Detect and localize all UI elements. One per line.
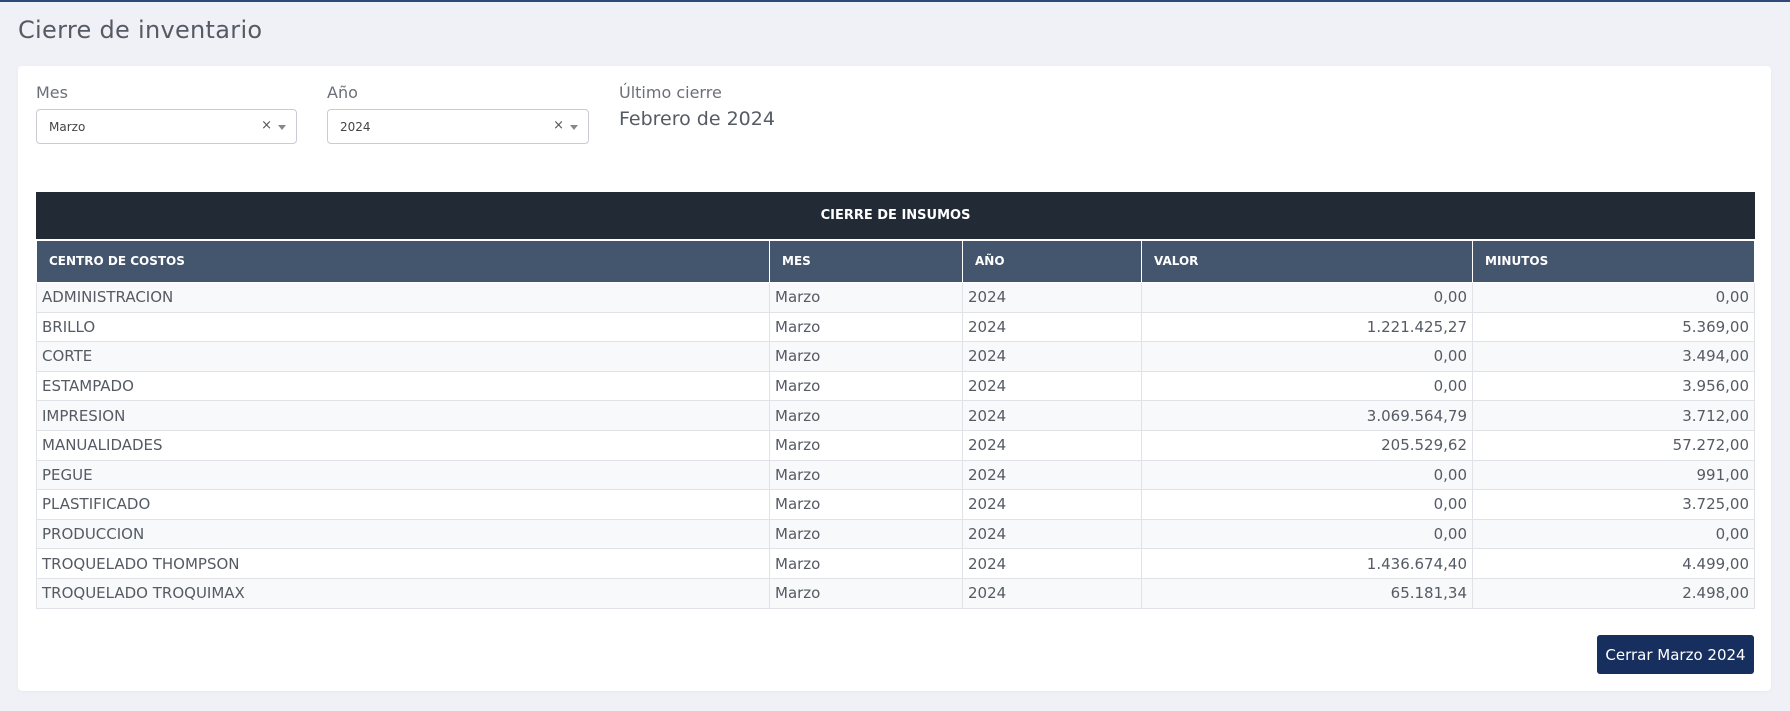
cell-minutos: 3.494,00 (1471, 341, 1756, 372)
cell-mes: Marzo (769, 548, 963, 579)
cell-centro: CORTE (36, 341, 770, 372)
mes-chevron-down-icon[interactable] (278, 125, 286, 130)
cell-minutos: 4.499,00 (1471, 548, 1756, 579)
cell-anio: 2024 (962, 400, 1142, 431)
cell-valor: 205.529,62 (1141, 429, 1473, 461)
cell-anio: 2024 (962, 459, 1142, 491)
table-row: MANUALIDADES Marzo 2024 205.529,62 57.27… (36, 429, 1756, 461)
table-row: ADMINISTRACION Marzo 2024 0,00 0,00 (36, 282, 1756, 313)
cell-centro: ADMINISTRACION (36, 282, 770, 313)
cell-minutos: 0,00 (1471, 282, 1756, 313)
cell-anio: 2024 (962, 429, 1142, 461)
cell-mes: Marzo (769, 429, 963, 461)
cell-mes: Marzo (769, 459, 963, 491)
cell-minutos: 991,00 (1471, 459, 1756, 491)
cell-valor: 1.436.674,40 (1141, 548, 1473, 579)
mes-select[interactable]: Marzo × (36, 109, 297, 144)
cell-valor: 0,00 (1141, 282, 1473, 313)
cell-anio: 2024 (962, 341, 1142, 372)
cell-centro: PRODUCCION (36, 518, 770, 550)
cell-minutos: 0,00 (1471, 518, 1756, 550)
anio-select[interactable]: 2024 × (327, 109, 589, 144)
cell-anio: 2024 (962, 282, 1142, 313)
cell-valor: 0,00 (1141, 370, 1473, 402)
cell-anio: 2024 (962, 577, 1142, 609)
cell-minutos: 5.369,00 (1471, 311, 1756, 343)
anio-chevron-down-icon[interactable] (570, 125, 578, 130)
cell-minutos: 3.725,00 (1471, 489, 1756, 520)
cell-mes: Marzo (769, 311, 963, 343)
mes-label: Mes (36, 83, 68, 102)
table-row: PLASTIFICADO Marzo 2024 0,00 3.725,00 (36, 489, 1756, 520)
cell-anio: 2024 (962, 548, 1142, 579)
table-row: PEGUE Marzo 2024 0,00 991,00 (36, 459, 1756, 491)
cell-valor: 0,00 (1141, 459, 1473, 491)
cell-minutos: 3.956,00 (1471, 370, 1756, 402)
cell-centro: TROQUELADO TROQUIMAX (36, 577, 770, 609)
cell-anio: 2024 (962, 311, 1142, 343)
cerrar-mes-button[interactable]: Cerrar Marzo 2024 (1597, 635, 1754, 674)
cell-centro: MANUALIDADES (36, 429, 770, 461)
cell-minutos: 57.272,00 (1471, 429, 1756, 461)
table-row: BRILLO Marzo 2024 1.221.425,27 5.369,00 (36, 311, 1756, 343)
cell-valor: 0,00 (1141, 489, 1473, 520)
column-header-anio: AÑO (962, 238, 1142, 283)
cell-mes: Marzo (769, 577, 963, 609)
table-row: IMPRESION Marzo 2024 3.069.564,79 3.712,… (36, 400, 1756, 431)
column-header-centro: CENTRO DE COSTOS (36, 238, 770, 283)
table-row: CORTE Marzo 2024 0,00 3.494,00 (36, 341, 1756, 372)
cierre-insumos-table: CIERRE DE INSUMOS CENTRO DE COSTOS MES A… (35, 192, 1756, 609)
cell-centro: BRILLO (36, 311, 770, 343)
anio-label: Año (327, 83, 358, 102)
anio-clear-icon[interactable]: × (553, 118, 564, 133)
cell-mes: Marzo (769, 489, 963, 520)
cell-mes: Marzo (769, 518, 963, 550)
cell-minutos: 3.712,00 (1471, 400, 1756, 431)
cell-centro: TROQUELADO THOMPSON (36, 548, 770, 579)
cell-anio: 2024 (962, 370, 1142, 402)
cell-valor: 0,00 (1141, 518, 1473, 550)
cell-mes: Marzo (769, 370, 963, 402)
cell-mes: Marzo (769, 341, 963, 372)
table-row: TROQUELADO TROQUIMAX Marzo 2024 65.181,3… (36, 577, 1756, 609)
cell-mes: Marzo (769, 400, 963, 431)
top-accent-line (0, 0, 1790, 2)
cell-valor: 0,00 (1141, 341, 1473, 372)
ultimo-cierre-value: Febrero de 2024 (619, 108, 775, 130)
cell-anio: 2024 (962, 518, 1142, 550)
mes-select-value: Marzo (49, 120, 86, 134)
main-card: Mes Marzo × Año 2024 × Último cierre Feb… (18, 66, 1771, 691)
cell-valor: 3.069.564,79 (1141, 400, 1473, 431)
cell-centro: ESTAMPADO (36, 370, 770, 402)
cell-mes: Marzo (769, 282, 963, 313)
table-row: PRODUCCION Marzo 2024 0,00 0,00 (36, 518, 1756, 550)
page-title: Cierre de inventario (18, 16, 263, 44)
cell-minutos: 2.498,00 (1471, 577, 1756, 609)
cell-centro: PLASTIFICADO (36, 489, 770, 520)
column-header-valor: VALOR (1141, 238, 1473, 283)
table-row: TROQUELADO THOMPSON Marzo 2024 1.436.674… (36, 548, 1756, 579)
cell-centro: IMPRESION (36, 400, 770, 431)
table-row: ESTAMPADO Marzo 2024 0,00 3.956,00 (36, 370, 1756, 402)
cell-valor: 65.181,34 (1141, 577, 1473, 609)
ultimo-cierre-label: Último cierre (619, 83, 722, 102)
cell-valor: 1.221.425,27 (1141, 311, 1473, 343)
cell-anio: 2024 (962, 489, 1142, 520)
column-header-minutos: MINUTOS (1471, 238, 1756, 283)
cell-centro: PEGUE (36, 459, 770, 491)
table-caption: CIERRE DE INSUMOS (35, 192, 1756, 240)
anio-select-value: 2024 (340, 120, 371, 134)
mes-clear-icon[interactable]: × (261, 118, 272, 133)
column-header-mes: MES (769, 238, 963, 283)
